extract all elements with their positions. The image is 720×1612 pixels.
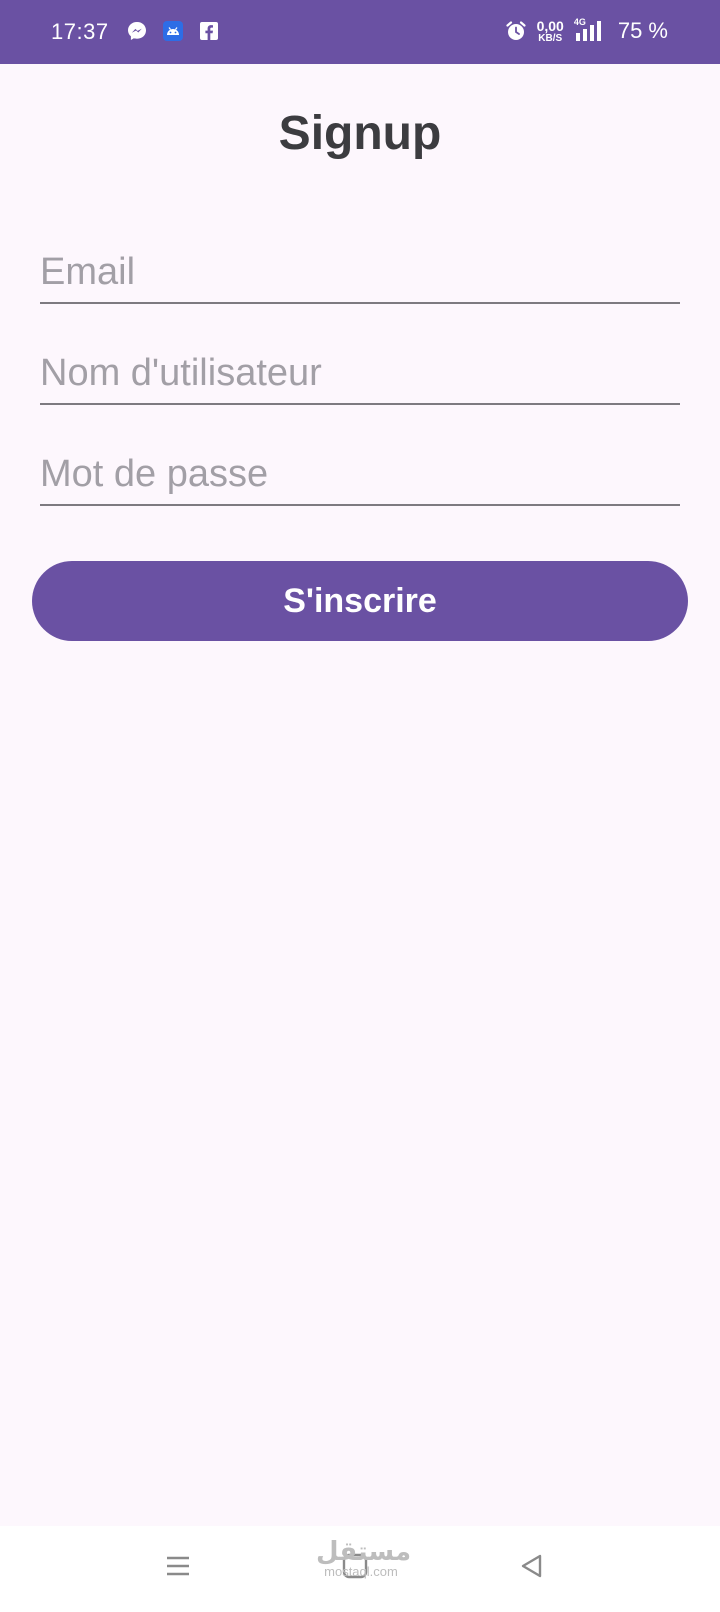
data-rate: 0,00 KB/S	[537, 19, 564, 44]
email-field[interactable]	[40, 242, 680, 304]
menu-icon	[164, 1552, 192, 1585]
email-input[interactable]	[40, 251, 680, 294]
back-triangle-icon	[518, 1552, 546, 1585]
facebook-icon	[198, 20, 220, 42]
back-button[interactable]	[510, 1546, 554, 1590]
network-signal: 4G	[574, 17, 604, 43]
page-title: Signup	[278, 107, 442, 160]
battery-level: 75 %	[617, 17, 668, 43]
password-input[interactable]	[40, 453, 680, 496]
watermark: مستقل mostaql.com	[316, 1536, 412, 1579]
username-input[interactable]	[40, 352, 680, 395]
username-field[interactable]	[40, 343, 680, 405]
notification-icons	[126, 20, 220, 42]
signup-button-label: S'inscrire	[283, 581, 437, 620]
status-bar: 17:37 0,00 KB/S 4G 75 %	[0, 0, 720, 64]
status-time: 17:37	[51, 19, 109, 44]
status-right-group: 0,00 KB/S 4G 75 %	[505, 17, 668, 44]
data-rate-unit: KB/S	[538, 33, 563, 44]
data-rate-value: 0,00	[536, 18, 564, 34]
watermark-arabic: مستقل	[316, 1536, 412, 1566]
password-field[interactable]	[40, 444, 680, 506]
watermark-latin: mostaql.com	[324, 1564, 398, 1579]
signup-button[interactable]: S'inscrire	[32, 561, 688, 641]
android-icon	[162, 20, 184, 42]
alarm-clock-icon	[505, 20, 527, 42]
messenger-icon	[126, 20, 148, 42]
menu-button[interactable]	[156, 1546, 200, 1590]
signal-bars-icon	[574, 19, 604, 48]
